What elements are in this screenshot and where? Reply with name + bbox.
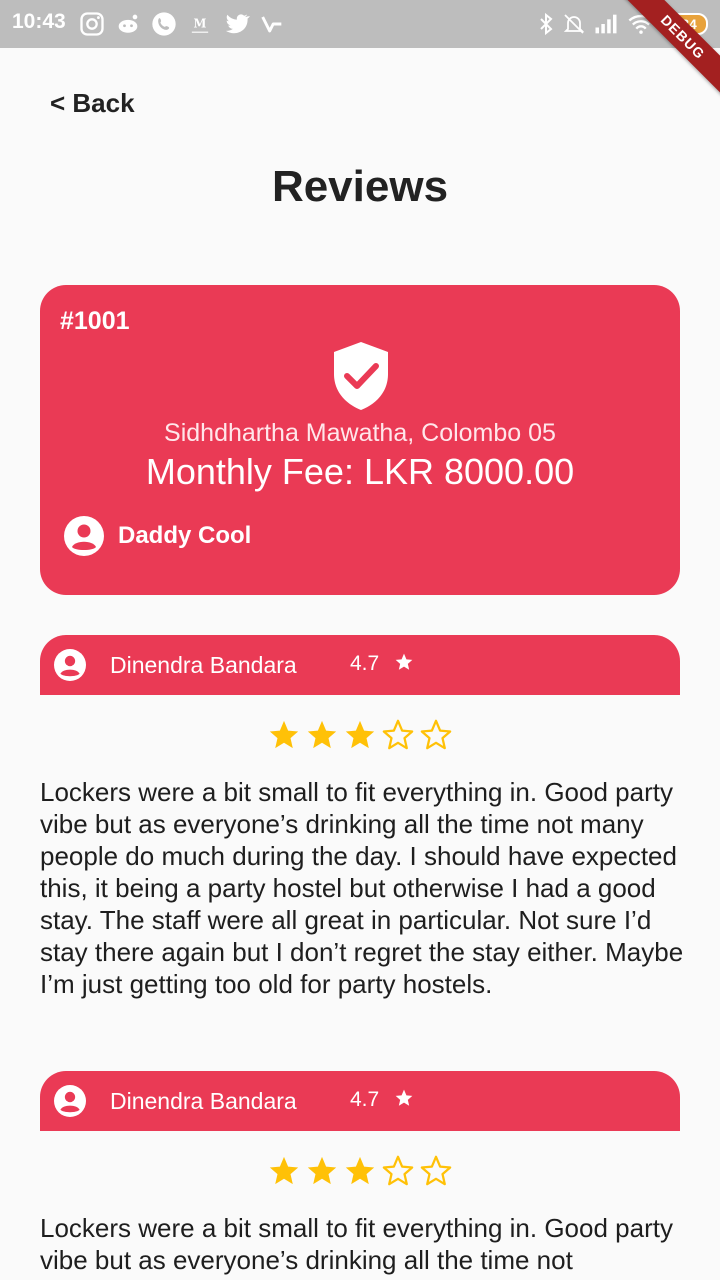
star-filled-icon: [269, 720, 299, 749]
back-button[interactable]: < Back: [50, 88, 135, 119]
star-filled-icon: [345, 1156, 375, 1185]
notifications-off-icon: [563, 14, 585, 34]
svg-text:M: M: [194, 17, 207, 31]
reviewer-rating: 4.7: [350, 652, 380, 675]
signal-icon: [595, 14, 617, 34]
reviewer-name: Dinendra Bandara: [110, 1088, 297, 1114]
twitter-icon: [225, 14, 250, 34]
star-filled-icon: [307, 1156, 337, 1185]
status-bar: 10:43 M 84: [0, 0, 720, 48]
review-header: Dinendra Bandara 4.7: [40, 1071, 680, 1131]
review-header: Dinendra Bandara 4.7: [40, 635, 680, 695]
star-filled-icon: [345, 720, 375, 749]
star-outline-icon: [382, 1155, 414, 1186]
star-rating: [0, 1154, 720, 1193]
star-filled-icon: [269, 1156, 299, 1185]
status-time: 10:43: [12, 10, 66, 33]
review-text: Lockers were a bit small to fit everythi…: [40, 1213, 673, 1275]
listing-id: #1001: [60, 307, 130, 335]
account-circle-icon: [54, 1085, 86, 1117]
medium-icon: M: [191, 17, 209, 33]
owner-name: Daddy Cool: [118, 522, 252, 549]
whatsapp-icon: [152, 12, 176, 36]
feedly-icon: [261, 16, 282, 33]
page-title: Reviews: [271, 162, 449, 211]
listing-card[interactable]: #1001 Sidhdhartha Mawatha, Colombo 05 Mo…: [40, 285, 680, 595]
bluetooth-icon: [540, 12, 553, 36]
reddit-icon: [118, 14, 138, 33]
account-circle-icon: [64, 516, 104, 556]
account-circle-icon: [54, 649, 86, 681]
review-text: Lockers were a bit small to fit everythi…: [40, 777, 684, 999]
star-rating: [0, 718, 720, 757]
verified-shield-icon: [334, 342, 388, 410]
reviewer-rating: 4.7: [350, 1088, 380, 1111]
monthly-fee: Monthly Fee: LKR 8000.00: [145, 451, 575, 492]
star-outline-icon: [420, 719, 452, 750]
listing-address: Sidhdhartha Mawatha, Colombo 05: [164, 419, 556, 447]
star-icon: [395, 1089, 413, 1106]
star-icon: [395, 653, 413, 670]
star-outline-icon: [420, 1155, 452, 1186]
star-outline-icon: [382, 719, 414, 750]
instagram-icon: [80, 12, 104, 36]
star-filled-icon: [307, 720, 337, 749]
reviewer-name: Dinendra Bandara: [110, 652, 297, 678]
